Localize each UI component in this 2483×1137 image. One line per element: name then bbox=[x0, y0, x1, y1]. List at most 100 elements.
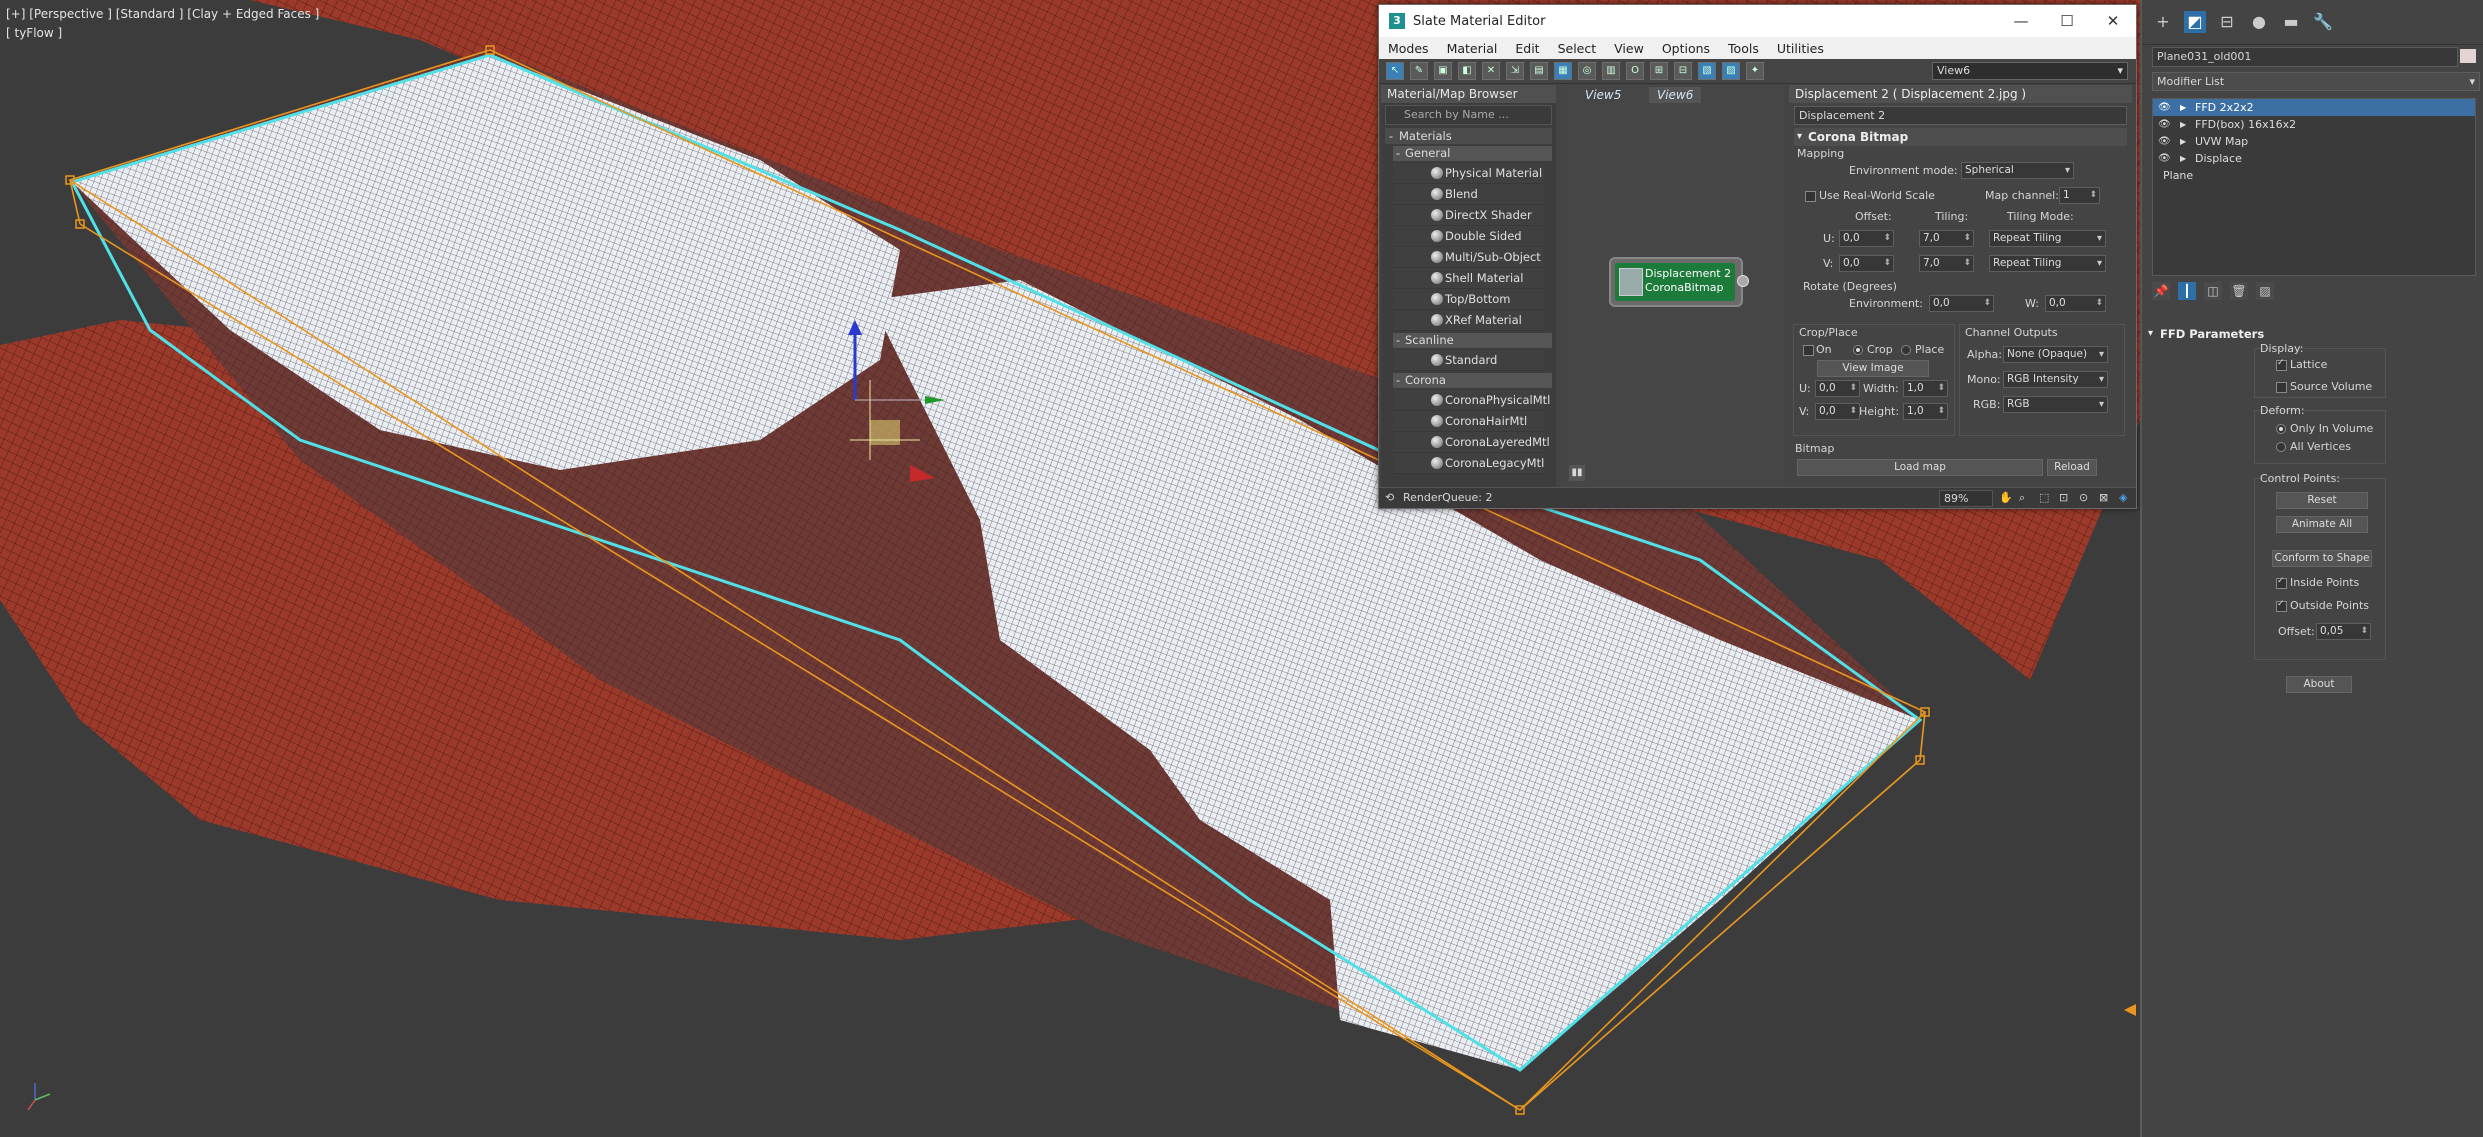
material-item[interactable]: CoronaPhysicalMtl bbox=[1393, 390, 1550, 411]
modify-tab-icon[interactable]: ◩ bbox=[2184, 11, 2206, 33]
select-by-material-icon[interactable]: ✦ bbox=[1746, 62, 1764, 80]
modifier-list-dropdown[interactable]: Modifier List bbox=[2152, 72, 2480, 91]
material-node[interactable]: Displacement 2 CoronaBitmap bbox=[1609, 257, 1749, 307]
crop-u-spinner[interactable]: 0,0 bbox=[1815, 380, 1860, 397]
crop-v-spinner[interactable]: 0,0 bbox=[1815, 403, 1860, 420]
v-tiling-mode-dropdown[interactable]: Repeat Tiling bbox=[1989, 255, 2106, 272]
inside-points-checkbox[interactable]: ✓ bbox=[2276, 576, 2287, 589]
source-volume-checkbox[interactable] bbox=[2276, 382, 2287, 393]
utilities-tab-icon[interactable]: 🔧 bbox=[2312, 11, 2334, 33]
only-in-volume-radio[interactable] bbox=[2276, 424, 2286, 434]
material-item[interactable]: CoronaLegacyMtl bbox=[1393, 453, 1544, 474]
material-item[interactable]: Top/Bottom bbox=[1393, 289, 1544, 310]
view-image-button[interactable]: View Image bbox=[1817, 360, 1929, 377]
tab-view6[interactable]: View6 bbox=[1649, 87, 1702, 103]
menu-edit[interactable]: Edit bbox=[1506, 41, 1548, 56]
subgroup-general[interactable]: General bbox=[1393, 146, 1552, 161]
reload-button[interactable]: Reload bbox=[2047, 459, 2097, 476]
object-name-input[interactable]: Plane031_old001 bbox=[2152, 47, 2458, 67]
pan-icon[interactable]: ✋ bbox=[1999, 488, 2013, 508]
outside-points-checkbox[interactable]: ✓ bbox=[2276, 599, 2287, 612]
eye-icon[interactable]: 👁 bbox=[2158, 99, 2171, 116]
zoom-dropdown[interactable]: 89% bbox=[1939, 490, 1993, 507]
navigator-icon[interactable]: ▮▮ bbox=[1569, 465, 1585, 481]
v-tiling-spinner[interactable]: 7,0 bbox=[1919, 255, 1974, 272]
rgb-dropdown[interactable]: RGB bbox=[2003, 396, 2108, 413]
expand-arrow-icon[interactable]: ▶ bbox=[2180, 133, 2186, 150]
material-item[interactable]: Multi/Sub-Object bbox=[1393, 247, 1544, 268]
environment-rotate-spinner[interactable]: 0,0 bbox=[1929, 295, 1994, 312]
material-browser-toggle-icon[interactable]: ▧ bbox=[1698, 62, 1716, 80]
layout-all-icon[interactable]: ⊞ bbox=[1650, 62, 1668, 80]
eye-icon[interactable]: 👁 bbox=[2158, 150, 2171, 167]
conform-to-shape-button[interactable]: Conform to Shape bbox=[2272, 550, 2372, 567]
material-item[interactable]: Double Sided bbox=[1393, 226, 1544, 247]
show-end-result-icon[interactable]: ◎ bbox=[1578, 62, 1596, 80]
viewport-sublabel[interactable]: [ tyFlow ] bbox=[6, 26, 62, 40]
show-end-result-icon[interactable]: ┃ bbox=[2178, 282, 2196, 300]
eye-icon[interactable]: 👁 bbox=[2158, 133, 2171, 150]
lattice-checkbox[interactable]: ✓ bbox=[2276, 358, 2287, 371]
assign-material-icon[interactable]: ◧ bbox=[1458, 62, 1476, 80]
material-item[interactable]: Physical Material bbox=[1393, 163, 1544, 184]
parameter-editor-toggle-icon[interactable]: ▨ bbox=[1722, 62, 1740, 80]
zoom-icon[interactable]: ⌕ bbox=[2019, 488, 2025, 508]
real-world-checkbox[interactable] bbox=[1805, 191, 1816, 202]
object-color-swatch[interactable] bbox=[2460, 49, 2476, 63]
u-tiling-spinner[interactable]: 7,0 bbox=[1919, 230, 1974, 247]
rollout-corona-bitmap[interactable]: Corona Bitmap bbox=[1794, 128, 2127, 146]
material-item[interactable]: Blend bbox=[1393, 184, 1544, 205]
ffd-title[interactable]: FFD Parameters bbox=[2146, 326, 2480, 342]
v-offset-spinner[interactable]: 0,0 bbox=[1839, 255, 1894, 272]
u-tiling-mode-dropdown[interactable]: Repeat Tiling bbox=[1989, 230, 2106, 247]
w-rotate-spinner[interactable]: 0,0 bbox=[2045, 295, 2106, 312]
subgroup-scanline[interactable]: Scanline bbox=[1393, 333, 1552, 348]
load-map-button[interactable]: Load map bbox=[1797, 459, 2043, 476]
close-button[interactable]: ✕ bbox=[2090, 12, 2136, 30]
subgroup-corona[interactable]: Corona bbox=[1393, 373, 1552, 388]
menu-modes[interactable]: Modes bbox=[1379, 41, 1438, 56]
motion-tab-icon[interactable]: ● bbox=[2248, 11, 2270, 33]
material-item[interactable]: CoronaHairMtl bbox=[1393, 411, 1544, 432]
about-button[interactable]: About bbox=[2286, 676, 2352, 693]
layout-children-icon[interactable]: ⊟ bbox=[1674, 62, 1692, 80]
width-spinner[interactable]: 1,0 bbox=[1903, 380, 1948, 397]
offset-spinner[interactable]: 0,05 bbox=[2316, 623, 2371, 640]
menu-select[interactable]: Select bbox=[1549, 41, 1606, 56]
viewport-label[interactable]: [+] [Perspective ] [Standard ] [Clay + E… bbox=[6, 7, 319, 21]
hierarchy-tab-icon[interactable]: ⊟ bbox=[2216, 11, 2238, 33]
menu-material[interactable]: Material bbox=[1438, 41, 1507, 56]
remove-modifier-icon[interactable]: 🗑 bbox=[2230, 282, 2248, 300]
modifier-stack-item[interactable]: 👁 ▶ Displace bbox=[2153, 150, 2475, 167]
parameter-editor-icon[interactable]: ▥ bbox=[1602, 62, 1620, 80]
minimize-button[interactable]: — bbox=[1998, 12, 2044, 30]
u-offset-spinner[interactable]: 0,0 bbox=[1839, 230, 1894, 247]
env-mode-dropdown[interactable]: Spherical bbox=[1961, 162, 2074, 179]
select-tool-icon[interactable]: ↖ bbox=[1386, 62, 1404, 80]
zoom-selected-icon[interactable]: ⊙ bbox=[2079, 488, 2088, 508]
material-item[interactable]: DirectX Shader bbox=[1393, 205, 1544, 226]
browser-search-input[interactable]: Search by Name ... bbox=[1385, 105, 1552, 125]
maximize-button[interactable]: ☐ bbox=[2044, 12, 2090, 30]
make-unique-icon[interactable]: ◫ bbox=[2204, 282, 2222, 300]
fit-all-icon[interactable]: ◈ bbox=[2119, 488, 2127, 508]
map-name-input[interactable]: Displacement 2 bbox=[1794, 106, 2127, 125]
pin-stack-icon[interactable]: 📌 bbox=[2152, 282, 2170, 300]
alpha-dropdown[interactable]: None (Opaque) bbox=[2003, 346, 2108, 363]
display-tab-icon[interactable]: ▬ bbox=[2280, 11, 2302, 33]
material-item[interactable]: Standard bbox=[1393, 350, 1544, 371]
animate-all-button[interactable]: Animate All bbox=[2276, 516, 2368, 533]
hide-maps-icon[interactable]: ▤ bbox=[1530, 62, 1548, 80]
zoom-extents-selected-icon[interactable]: ⊠ bbox=[2099, 488, 2108, 508]
menu-utilities[interactable]: Utilities bbox=[1768, 41, 1833, 56]
menu-options[interactable]: Options bbox=[1653, 41, 1719, 56]
zoom-region-icon[interactable]: ⬚ bbox=[2039, 488, 2049, 508]
material-id-icon[interactable]: O bbox=[1626, 62, 1644, 80]
map-channel-spinner[interactable]: 1 bbox=[2059, 187, 2100, 204]
material-item[interactable]: Shell Material bbox=[1393, 268, 1544, 289]
modifier-stack-item[interactable]: 👁 ▶ FFD 2x2x2 bbox=[2153, 99, 2475, 116]
slate-material-editor-window[interactable]: 3 Slate Material Editor — ☐ ✕ Modes Mate… bbox=[1378, 4, 2137, 509]
material-item[interactable]: XRef Material bbox=[1393, 310, 1544, 331]
group-materials[interactable]: Materials bbox=[1385, 128, 1552, 144]
eye-icon[interactable]: 👁 bbox=[2158, 116, 2171, 133]
